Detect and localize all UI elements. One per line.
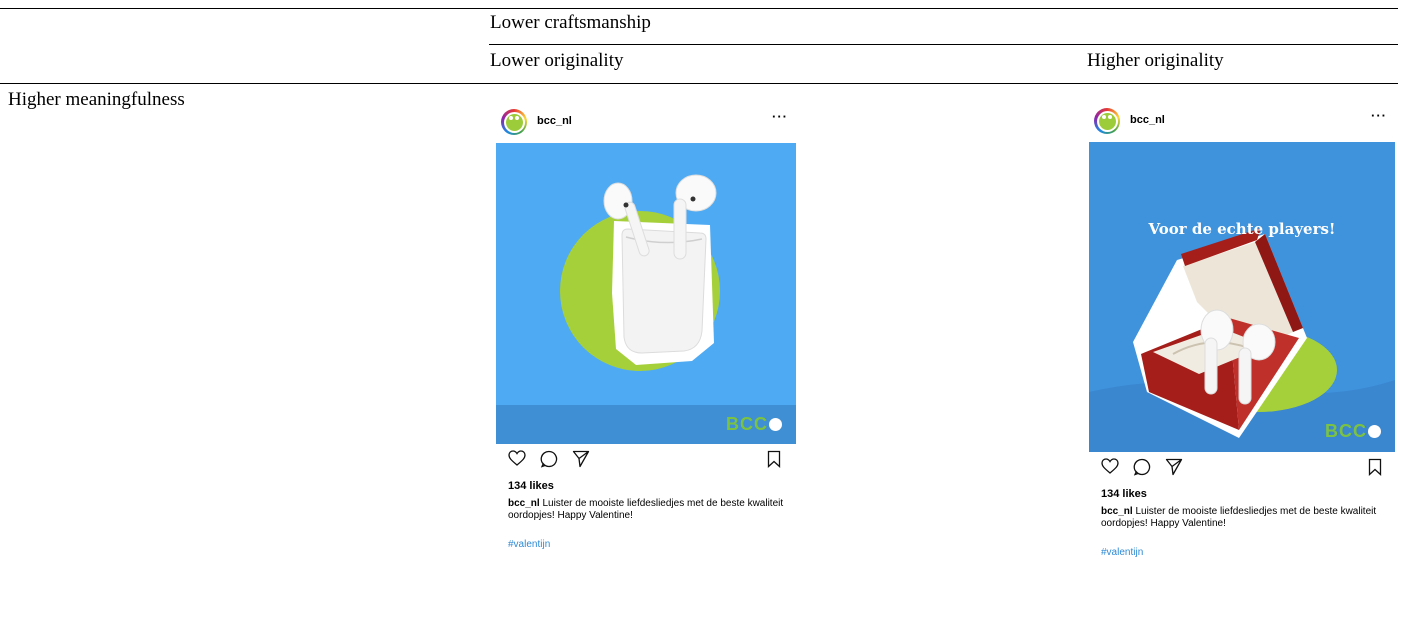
post-caption: bcc_nl Luister de mooiste liefdesliedjes…: [508, 498, 793, 521]
row-label-meaningfulness: Higher meaningfulness: [8, 89, 185, 110]
hashtag-link[interactable]: #valentijn: [508, 539, 796, 550]
instagram-post-right: bcc_nl ··· Voor de echte players! BCC 13…: [1089, 104, 1395, 558]
heart-icon[interactable]: [508, 450, 526, 466]
post-image[interactable]: Voor de echte players! BCC: [1089, 142, 1395, 452]
header-craftsmanship: Lower craftsmanship: [490, 12, 651, 33]
post-actions: [1089, 452, 1395, 482]
bookmark-icon[interactable]: [767, 450, 781, 468]
more-options-icon[interactable]: ···: [1371, 108, 1387, 123]
bookmark-icon[interactable]: [1368, 458, 1382, 476]
table-top-rule: [0, 8, 1398, 9]
airpods-image: [496, 143, 796, 444]
likes-count: 134 likes: [1101, 488, 1147, 500]
bcc-logo: BCC: [726, 414, 782, 435]
share-icon[interactable]: [572, 450, 590, 468]
post-username[interactable]: bcc_nl: [1130, 114, 1165, 126]
avatar[interactable]: [501, 109, 527, 135]
post-header: bcc_nl ···: [496, 105, 796, 143]
instagram-post-left: bcc_nl ··· BCC 134 likes bcc_nl Luister …: [496, 105, 796, 550]
post-header: bcc_nl ···: [1089, 104, 1395, 142]
hashtag-link[interactable]: #valentijn: [1101, 547, 1395, 558]
more-options-icon[interactable]: ···: [772, 109, 788, 124]
likes-count: 134 likes: [508, 480, 554, 492]
header-lower-originality: Lower originality: [490, 50, 624, 71]
header-bottom-rule: [0, 83, 1398, 84]
headline: Voor de echte players!: [1148, 220, 1336, 238]
ring-box-airpods-image: [1089, 142, 1395, 452]
post-username[interactable]: bcc_nl: [537, 115, 572, 127]
post-actions: [496, 444, 796, 474]
heart-icon[interactable]: [1101, 458, 1119, 474]
avatar[interactable]: [1094, 108, 1120, 134]
caption-username[interactable]: bcc_nl: [508, 498, 540, 509]
header-higher-originality: Higher originality: [1087, 50, 1224, 71]
post-image[interactable]: BCC: [496, 143, 796, 444]
caption-username[interactable]: bcc_nl: [1101, 506, 1133, 517]
post-caption: bcc_nl Luister de mooiste liefdesliedjes…: [1101, 506, 1386, 529]
header-mid-rule: [489, 44, 1398, 45]
caption-text: Luister de mooiste liefdesliedjes met de…: [508, 498, 784, 521]
comment-icon[interactable]: [1133, 458, 1151, 476]
share-icon[interactable]: [1165, 458, 1183, 476]
comment-icon[interactable]: [540, 450, 558, 468]
caption-text: Luister de mooiste liefdesliedjes met de…: [1101, 506, 1377, 529]
bcc-logo: BCC: [1325, 421, 1381, 442]
